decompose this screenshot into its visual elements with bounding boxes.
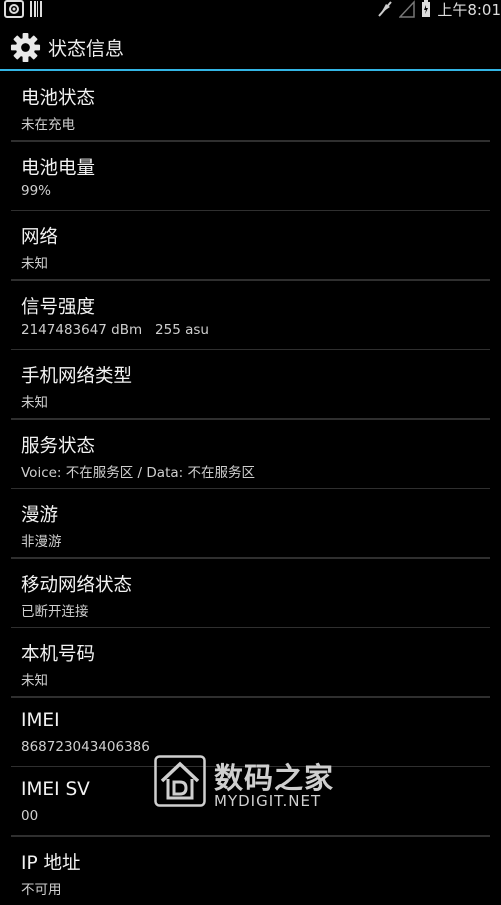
item-battery-level[interactable]: 电池电量 99% [0, 142, 501, 210]
item-network[interactable]: 网络 未知 [0, 211, 501, 279]
item-value: 未知 [21, 395, 48, 411]
status-bar-left [4, 0, 43, 18]
item-value: 未知 [21, 673, 48, 689]
item-service-state[interactable]: 服务状态 Voice: 不在服务区 / Data: 不在服务区 [0, 420, 501, 488]
watermark-logo-icon [154, 755, 206, 807]
item-value: 868723043406386 [21, 738, 150, 755]
item-label: IMEI [21, 709, 60, 731]
barcode-icon [30, 1, 42, 17]
signal-icon [399, 0, 416, 18]
mute-icon [378, 1, 393, 17]
status-time: 上午8:01 [437, 0, 501, 19]
item-label: 移动网络状态 [21, 574, 133, 596]
item-mobile-network-state[interactable]: 移动网络状态 已断开连接 [0, 559, 501, 627]
action-bar: 状态信息 [0, 24, 501, 70]
item-ip-address[interactable]: IP 地址 不可用 [0, 837, 501, 905]
item-label: 本机号码 [21, 644, 96, 665]
item-network-type[interactable]: 手机网络类型 未知 [0, 350, 501, 418]
watermark: 数码之家 MYDIGIT.NET [154, 755, 354, 811]
item-label: 网络 [21, 227, 59, 248]
item-roaming[interactable]: 漫游 非漫游 [0, 489, 501, 557]
item-label: IP 地址 [21, 852, 81, 874]
status-bar-right: 上午8:01 [377, 0, 501, 19]
page-title: 状态信息 [48, 37, 125, 60]
item-label: IMEI SV [21, 779, 90, 800]
action-bar-divider [0, 69, 501, 71]
item-value: 不可用 [21, 881, 62, 898]
item-value: 未知 [21, 256, 48, 272]
item-value: 非漫游 [21, 534, 62, 550]
item-value: 已断开连接 [21, 603, 89, 620]
item-value: Voice: 不在服务区 / Data: 不在服务区 [21, 464, 255, 481]
watermark-name-en: MYDIGIT.NET [214, 792, 322, 810]
gear-icon[interactable] [10, 32, 41, 63]
status-bar: 上午8:01 [0, 0, 501, 19]
item-value: 2147483647 dBm 255 asu [21, 321, 209, 338]
item-value: 99% [21, 182, 52, 199]
battery-icon [422, 0, 431, 17]
item-value: 00 [21, 808, 39, 824]
screenshot-icon [4, 0, 24, 18]
item-label: 信号强度 [21, 296, 96, 318]
item-label: 电池状态 [21, 88, 96, 109]
item-battery-status[interactable]: 电池状态 未在充电 [0, 72, 501, 140]
watermark-name-cn: 数码之家 [214, 761, 335, 795]
item-phone-number[interactable]: 本机号码 未知 [0, 628, 501, 696]
item-signal-strength[interactable]: 信号强度 2147483647 dBm 255 asu [0, 281, 501, 349]
item-label: 手机网络类型 [21, 366, 133, 387]
item-value: 未在充电 [21, 117, 75, 133]
item-label: 服务状态 [21, 435, 96, 457]
item-label: 电池电量 [21, 157, 96, 179]
item-label: 漫游 [21, 505, 59, 526]
